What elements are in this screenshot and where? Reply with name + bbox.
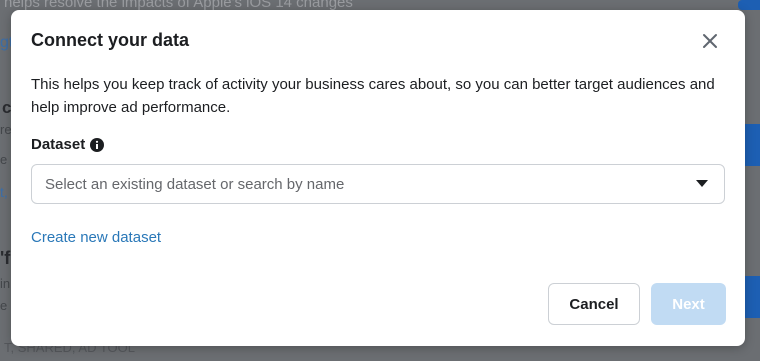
dataset-select-placeholder: Select an existing dataset or search by … [45,176,345,193]
background-text: e [0,298,8,313]
cancel-button[interactable]: Cancel [548,283,640,325]
connect-data-dialog: Connect your data This helps you keep tr… [11,10,745,346]
dialog-title: Connect your data [31,30,190,50]
background-button [738,0,760,10]
dataset-label: Dataset [31,136,86,153]
create-new-dataset-link[interactable]: Create new dataset [31,229,161,246]
close-icon [699,30,721,52]
dataset-label-row: Dataset [31,136,105,153]
dataset-select[interactable]: Select an existing dataset or search by … [31,164,725,204]
dialog-description: This helps you keep track of activity yo… [31,76,715,116]
info-icon[interactable] [90,137,105,152]
caret-down-icon [696,180,708,188]
background-heading: 'f [0,248,11,268]
close-button[interactable] [699,30,721,52]
next-button[interactable]: Next [651,283,726,325]
background-text: re [0,122,12,137]
background-link: t, [0,184,8,200]
background-text: in [0,276,11,291]
background-text: e [0,152,8,167]
